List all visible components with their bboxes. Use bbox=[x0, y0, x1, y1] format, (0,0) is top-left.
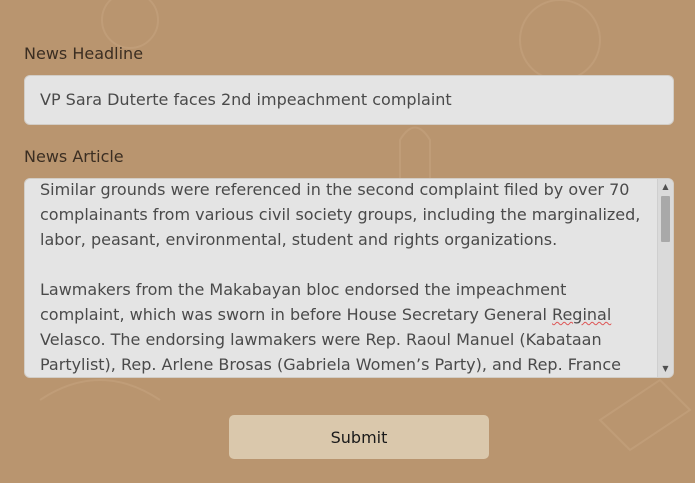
triangle-down-icon[interactable]: ▼ bbox=[658, 361, 673, 377]
scrollbar-thumb[interactable] bbox=[661, 196, 670, 242]
headline-label: News Headline bbox=[24, 44, 144, 63]
article-scrollbar[interactable]: ▲ ▼ bbox=[657, 179, 673, 377]
article-paragraph: Lawmakers from the Makabayan bloc endors… bbox=[40, 280, 621, 374]
spellcheck-flagged-word: Reginal bbox=[552, 305, 612, 324]
headline-input[interactable]: VP Sara Duterte faces 2nd impeachment co… bbox=[24, 75, 674, 125]
article-textarea[interactable]: Similar grounds were referenced in the s… bbox=[24, 178, 674, 378]
triangle-up-icon[interactable]: ▲ bbox=[658, 179, 673, 195]
article-label: News Article bbox=[24, 147, 124, 166]
article-paragraph: Similar grounds were referenced in the s… bbox=[40, 180, 641, 249]
submit-button[interactable]: Submit bbox=[229, 415, 489, 459]
article-text: Similar grounds were referenced in the s… bbox=[40, 179, 650, 377]
